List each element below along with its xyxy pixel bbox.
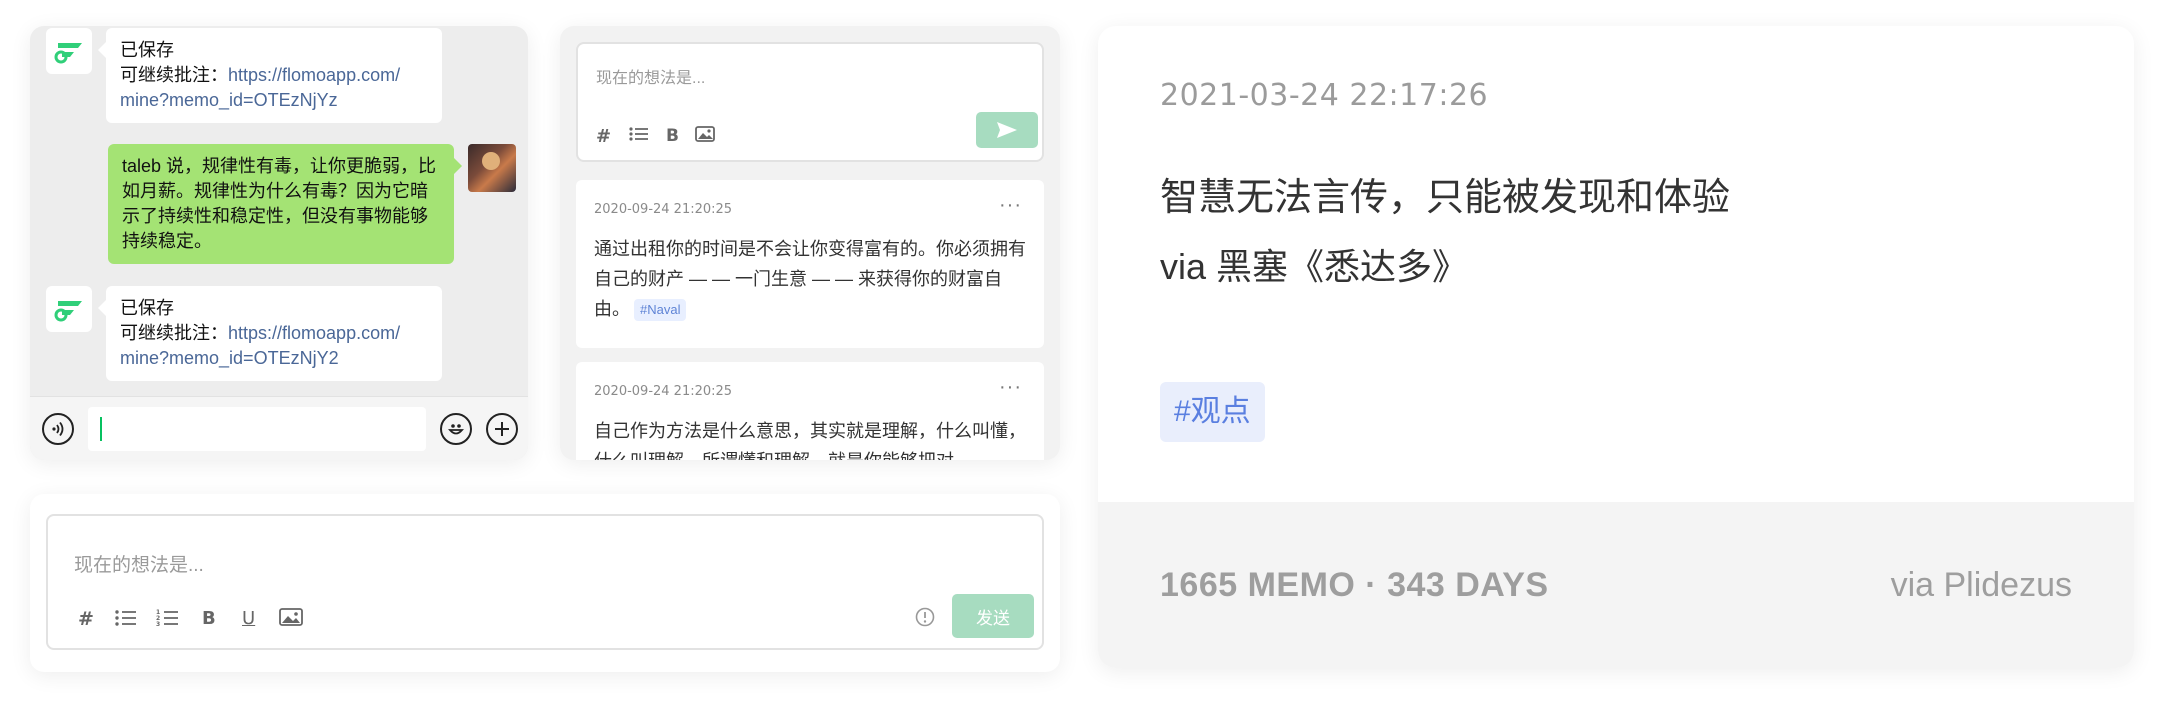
- memo-link[interactable]: https://flomoapp.com/: [228, 323, 400, 343]
- list-icon[interactable]: [628, 124, 650, 148]
- underline-tool[interactable]: U: [242, 608, 255, 629]
- chat-message-user: taleb 说，规律性有毒，让你更脆弱，比如月薪。规律性为什么有毒？因为它暗示了…: [108, 144, 516, 264]
- share-quote: 智慧无法言传，只能被发现和体验: [1160, 177, 1731, 219]
- saved-text: 已保存: [120, 298, 174, 318]
- bullet-list-icon[interactable]: [114, 608, 138, 632]
- share-date: 2021-03-24 22:17:26: [1160, 78, 1489, 113]
- chat-message-bot: 已保存 可继续批注：https://flomoapp.com/ mine?mem…: [46, 286, 442, 381]
- user-avatar[interactable]: [468, 144, 516, 192]
- annotate-prefix: 可继续批注：: [120, 323, 228, 343]
- chat-bubble: 已保存 可继续批注：https://flomoapp.com/ mine?mem…: [98, 28, 442, 123]
- share-source: via 黑塞《悉达多》: [1160, 246, 1469, 287]
- memo-editor[interactable]: 现在的想法是... # B: [576, 42, 1044, 162]
- memo-link-continued[interactable]: mine?memo_id=OTEzNjYz: [120, 88, 428, 113]
- voice-icon[interactable]: [42, 413, 74, 445]
- memo-card[interactable]: 2020-09-24 21:20:25 ··· 通过出租你的时间是不会让你变得富…: [576, 180, 1044, 348]
- emoji-icon[interactable]: [440, 413, 472, 445]
- flomo-logo-icon: [46, 28, 92, 74]
- share-footer: 1665 MEMO · 343 DAYS via Plidezus: [1098, 502, 2134, 668]
- chat-message-input[interactable]: [88, 407, 426, 451]
- memo-link-continued[interactable]: mine?memo_id=OTEzNjY2: [120, 346, 428, 371]
- memo-tag[interactable]: #Naval: [634, 299, 687, 322]
- memo-text: 自己作为方法是什么意思，其实就是理解，什么叫懂，什么叫理解，所谓懂和理解，就是你…: [594, 421, 1026, 460]
- annotate-prefix: 可继续批注：: [120, 65, 228, 85]
- text-caret: [100, 417, 102, 441]
- hashtag-tool[interactable]: #: [78, 608, 94, 630]
- memo-more-menu[interactable]: ···: [999, 194, 1022, 217]
- bold-tool[interactable]: B: [202, 608, 216, 629]
- memo-timestamp: 2020-09-24 21:20:25: [594, 384, 733, 399]
- bold-tool[interactable]: B: [666, 126, 679, 146]
- ordered-list-icon[interactable]: 123: [156, 608, 180, 632]
- memo-content: 通过出租你的时间是不会让你变得富有的。你必须拥有自己的财产 — — 一门生意 —…: [594, 234, 1026, 324]
- chat-bubble-user: taleb 说，规律性有毒，让你更脆弱，比如月薪。规律性为什么有毒？因为它暗示了…: [108, 144, 462, 264]
- bottom-editor-panel: 现在的想法是... # 123 B U 发送: [30, 494, 1060, 672]
- hashtag-tool[interactable]: #: [596, 126, 611, 147]
- editor-placeholder[interactable]: 现在的想法是...: [74, 550, 204, 577]
- memo-card[interactable]: 2020-09-24 21:20:25 ··· 自己作为方法是什么意思，其实就是…: [576, 362, 1044, 460]
- memo-timestamp: 2020-09-24 21:20:25: [594, 202, 733, 217]
- saved-text: 已保存: [120, 40, 174, 60]
- wechat-chat-panel: 已保存 可继续批注：https://flomoapp.com/ mine?mem…: [30, 26, 528, 460]
- share-tag[interactable]: #观点: [1160, 382, 1265, 442]
- editor-placeholder[interactable]: 现在的想法是...: [596, 64, 705, 88]
- send-icon: [997, 122, 1017, 138]
- flomo-logo-icon: [46, 286, 92, 332]
- share-via: via Plidezus: [1890, 566, 2072, 604]
- memo-list-panel: 现在的想法是... # B 2020-09-24 21:20:25 ··· 通过…: [560, 26, 1060, 460]
- chat-message-bot: 已保存 可继续批注：https://flomoapp.com/ mine?mem…: [46, 28, 442, 123]
- send-button[interactable]: [976, 112, 1038, 148]
- chat-input-bar: [30, 396, 528, 460]
- send-button[interactable]: 发送: [952, 594, 1034, 638]
- image-icon[interactable]: [694, 124, 716, 148]
- info-icon[interactable]: [914, 606, 936, 632]
- add-icon[interactable]: [486, 413, 518, 445]
- memo-link[interactable]: https://flomoapp.com/: [228, 65, 400, 85]
- chat-bubble: 已保存 可继续批注：https://flomoapp.com/ mine?mem…: [98, 286, 442, 381]
- memo-editor-large[interactable]: 现在的想法是... # 123 B U 发送: [46, 514, 1044, 650]
- image-icon[interactable]: [278, 606, 304, 632]
- memo-more-menu[interactable]: ···: [999, 376, 1022, 399]
- svg-text:3: 3: [156, 621, 160, 628]
- share-card: 2021-03-24 22:17:26 智慧无法言传，只能被发现和体验 via …: [1098, 26, 2134, 668]
- share-stats: 1665 MEMO · 343 DAYS: [1160, 566, 1549, 604]
